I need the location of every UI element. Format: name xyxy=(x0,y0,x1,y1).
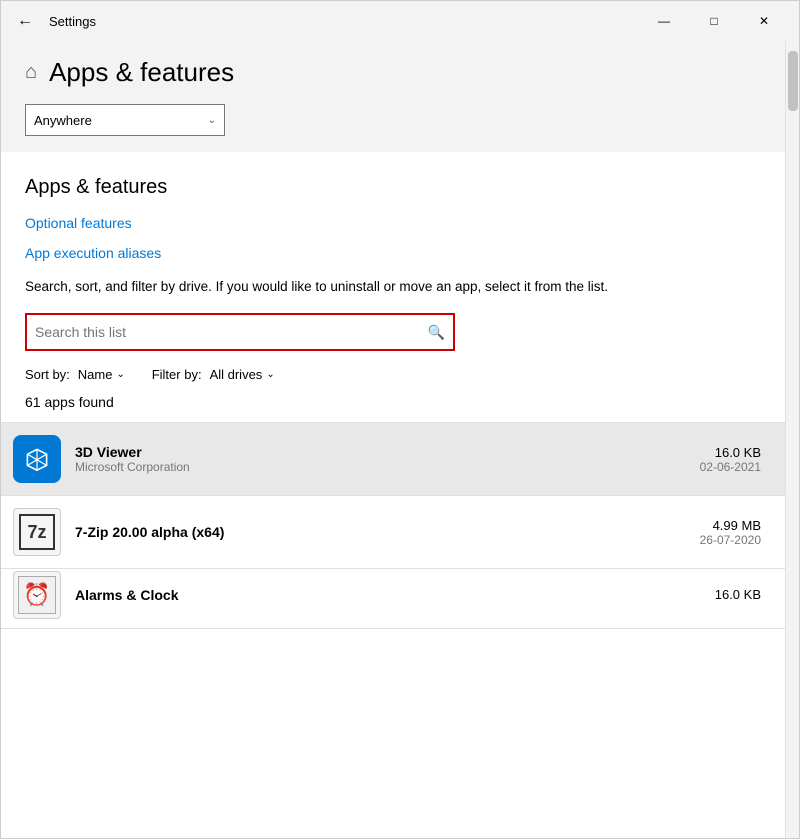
filter-by-label: Filter by: xyxy=(152,367,202,382)
table-row[interactable]: ⏰ Alarms & Clock 16.0 KB xyxy=(1,569,785,629)
optional-features-link[interactable]: Optional features xyxy=(25,215,761,231)
scrollbar-track[interactable] xyxy=(785,41,799,838)
features-section: Apps & features Optional features App ex… xyxy=(1,152,785,410)
dropdown-section: Anywhere Microsoft Store only Other sour… xyxy=(1,104,785,152)
search-icon: 🔍 xyxy=(428,324,445,341)
app-info: 3D Viewer Microsoft Corporation xyxy=(75,444,700,474)
dropdown-arrow-icon: ⌄ xyxy=(208,115,216,126)
app-list: 3D Viewer Microsoft Corporation 16.0 KB … xyxy=(1,422,785,629)
section-title: Apps & features xyxy=(25,176,761,199)
title-bar: ← Settings — □ ✕ xyxy=(1,1,799,41)
anywhere-select[interactable]: Anywhere Microsoft Store only Other sour… xyxy=(34,113,208,128)
table-row[interactable]: 3D Viewer Microsoft Corporation 16.0 KB … xyxy=(1,423,785,496)
header-section: ⌂ Apps & features xyxy=(1,41,785,104)
app-name: 7-Zip 20.00 alpha (x64) xyxy=(75,524,700,540)
filter-chevron-icon: ⌄ xyxy=(266,369,274,380)
app-info: Alarms & Clock xyxy=(75,587,715,603)
3dviewer-svg-icon xyxy=(21,443,53,475)
title-bar-left: ← Settings xyxy=(13,8,641,34)
back-button[interactable]: ← xyxy=(13,8,37,34)
app-icon-alarm: ⏰ xyxy=(13,571,61,619)
sort-by-dropdown[interactable]: Name ⌄ xyxy=(78,367,125,382)
app-size: 16.0 KB xyxy=(700,445,761,460)
filter-value: All drives xyxy=(210,367,263,382)
app-info: 7-Zip 20.00 alpha (x64) xyxy=(75,524,700,540)
sort-chevron-icon: ⌄ xyxy=(116,369,124,380)
title-bar-controls: — □ ✕ xyxy=(641,5,787,37)
sort-by-label: Sort by: xyxy=(25,367,70,382)
page-title: Apps & features xyxy=(49,57,234,88)
search-box: 🔍 xyxy=(25,313,455,351)
app-size: 4.99 MB xyxy=(700,518,761,533)
app-meta: 4.99 MB 26-07-2020 xyxy=(700,518,761,547)
content-area: ⌂ Apps & features Anywhere Microsoft Sto… xyxy=(1,41,799,838)
app-icon-7zip: 7z xyxy=(13,508,61,556)
settings-window: ← Settings — □ ✕ ⌂ Apps & features Anywh… xyxy=(0,0,800,839)
alarm-icon: ⏰ xyxy=(18,576,56,614)
home-icon: ⌂ xyxy=(25,61,37,84)
7zip-icon: 7z xyxy=(19,514,55,550)
table-row[interactable]: 7z 7-Zip 20.00 alpha (x64) 4.99 MB 26-07… xyxy=(1,496,785,569)
window-title: Settings xyxy=(49,14,96,29)
anywhere-dropdown[interactable]: Anywhere Microsoft Store only Other sour… xyxy=(25,104,225,136)
close-button[interactable]: ✕ xyxy=(741,5,787,37)
app-meta: 16.0 KB xyxy=(715,587,761,602)
filter-by-dropdown[interactable]: All drives ⌄ xyxy=(210,367,275,382)
app-name: Alarms & Clock xyxy=(75,587,715,603)
description-text: Search, sort, and filter by drive. If yo… xyxy=(25,277,645,297)
app-size: 16.0 KB xyxy=(715,587,761,602)
minimize-button[interactable]: — xyxy=(641,5,687,37)
filter-row: Sort by: Name ⌄ Filter by: All drives ⌄ xyxy=(25,367,761,382)
maximize-button[interactable]: □ xyxy=(691,5,737,37)
app-publisher: Microsoft Corporation xyxy=(75,460,700,474)
app-execution-link[interactable]: App execution aliases xyxy=(25,245,761,261)
scrollbar-thumb[interactable] xyxy=(788,51,798,111)
sort-value: Name xyxy=(78,367,113,382)
app-meta: 16.0 KB 02-06-2021 xyxy=(700,445,761,474)
main-content: ⌂ Apps & features Anywhere Microsoft Sto… xyxy=(1,41,785,838)
app-icon-3dviewer xyxy=(13,435,61,483)
app-date: 02-06-2021 xyxy=(700,460,761,474)
app-name: 3D Viewer xyxy=(75,444,700,460)
apps-count: 61 apps found xyxy=(25,394,761,410)
app-date: 26-07-2020 xyxy=(700,533,761,547)
search-box-container: 🔍 xyxy=(25,313,455,351)
search-input[interactable] xyxy=(35,324,428,340)
